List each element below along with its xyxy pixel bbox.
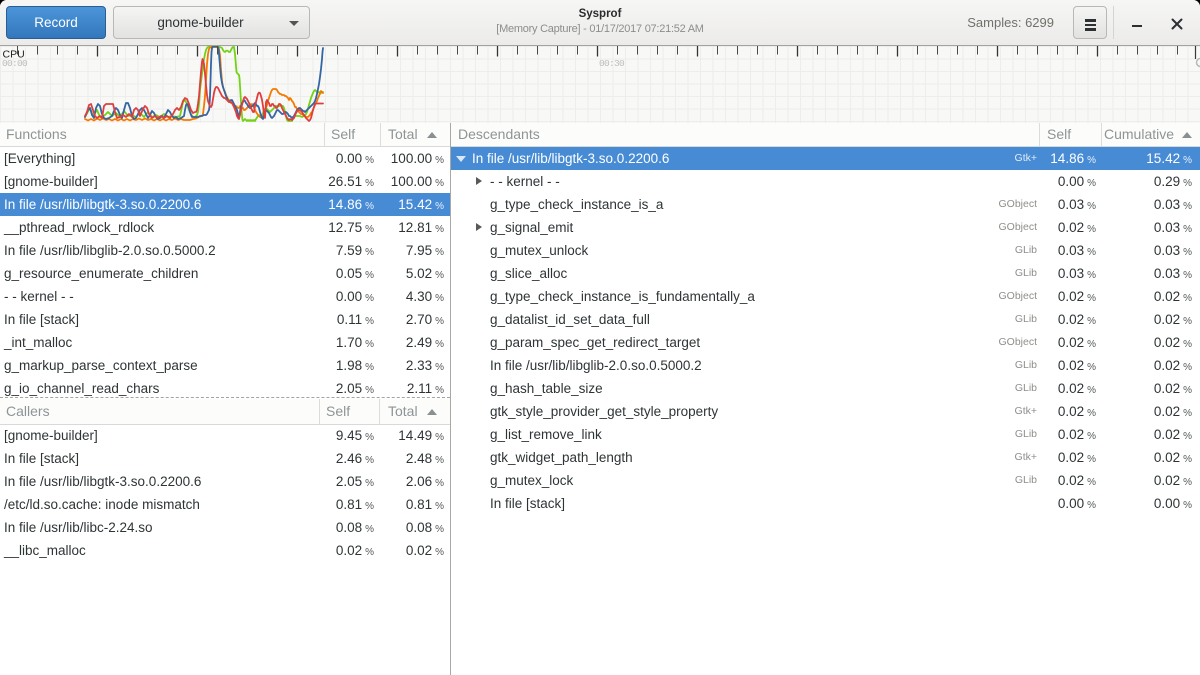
svg-text:00:00: 00:00 xyxy=(2,58,28,69)
svg-text:00:30: 00:30 xyxy=(599,58,625,69)
